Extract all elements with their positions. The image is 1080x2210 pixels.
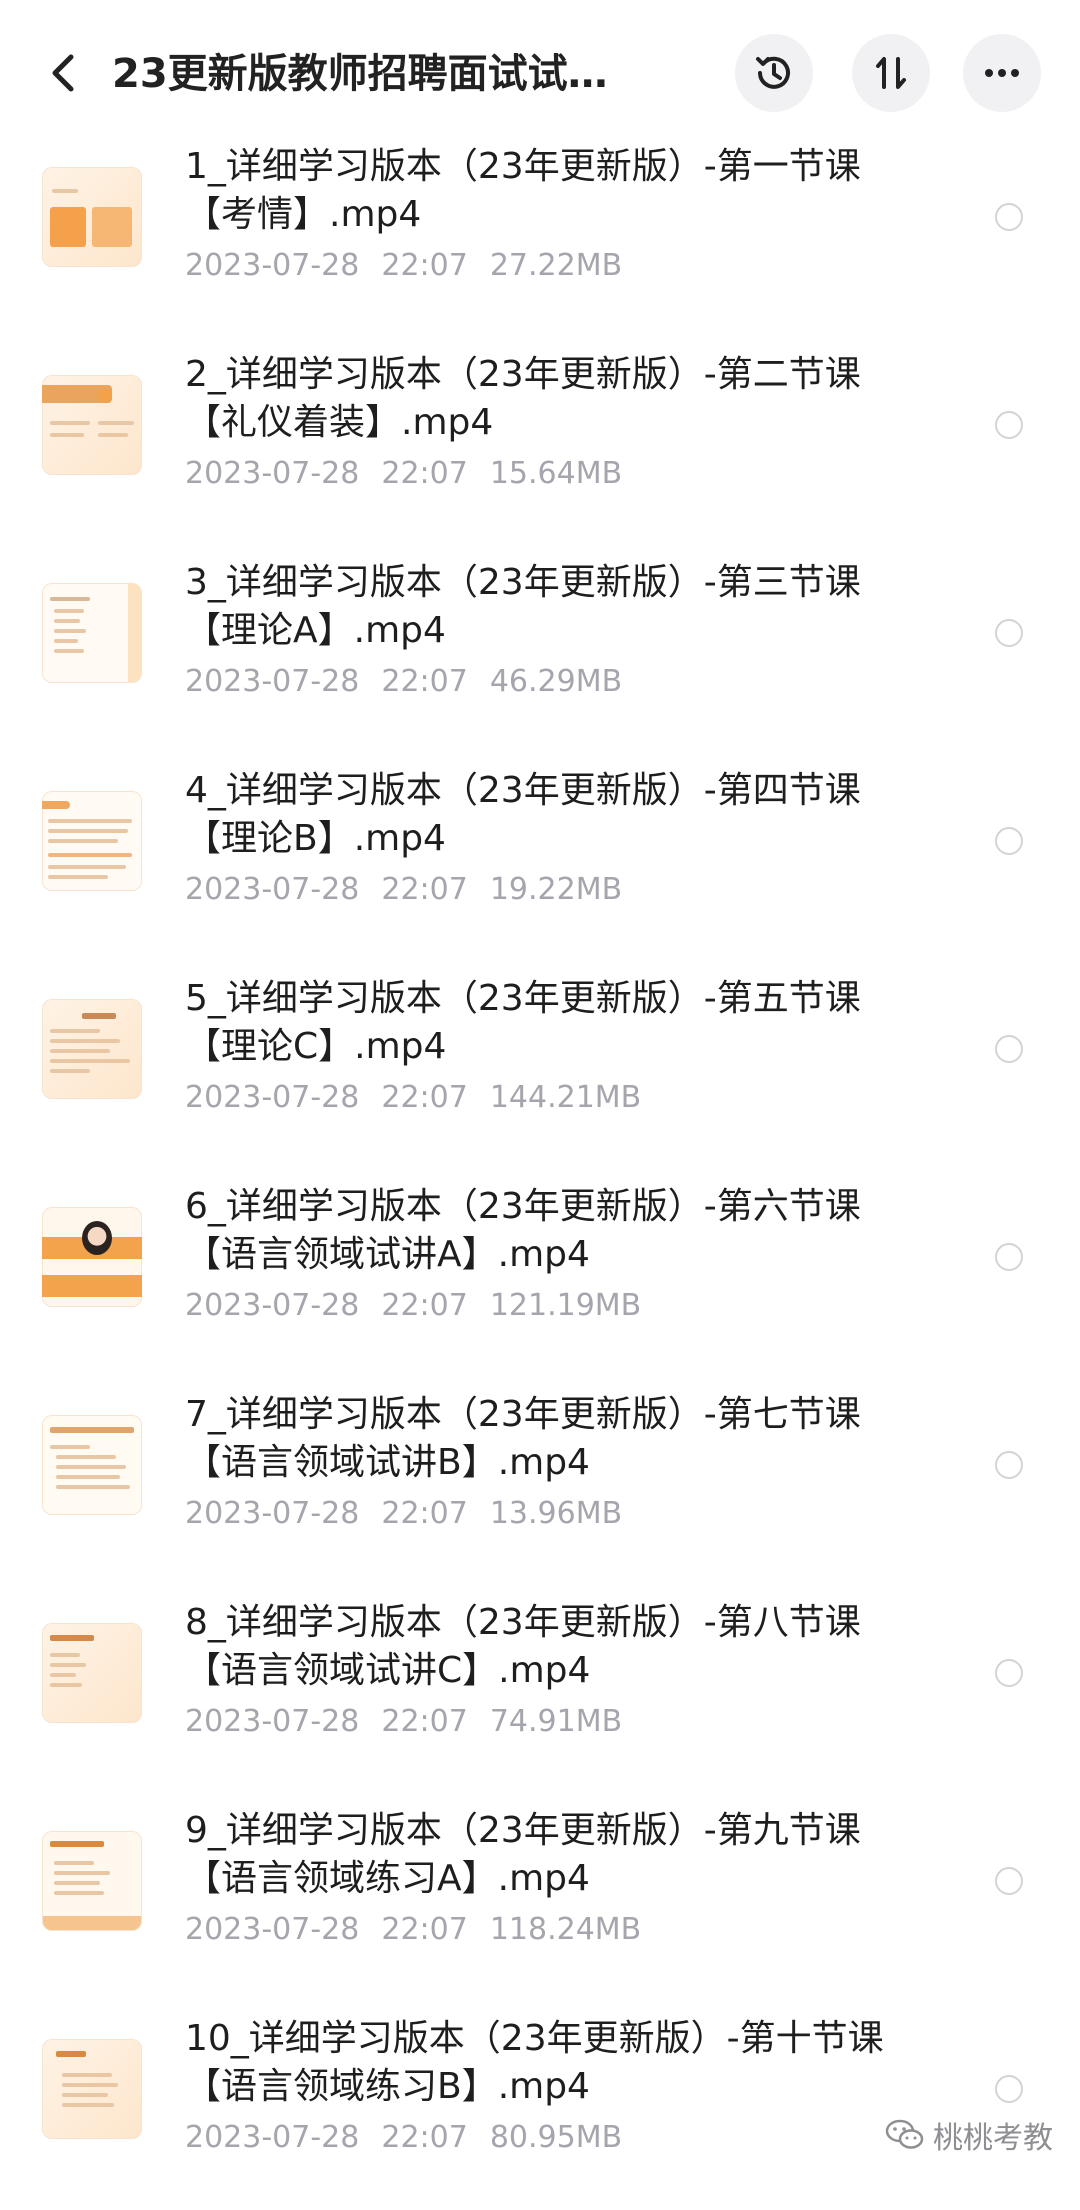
file-row[interactable]: 7_详细学习版本（23年更新版）-第七节课 【语言领域试讲B】.mp4 2023… xyxy=(0,1378,1080,1586)
file-date: 2023-07-28 xyxy=(185,2120,360,2155)
history-button[interactable] xyxy=(735,34,813,112)
file-date: 2023-07-28 xyxy=(185,664,360,699)
file-name: 4_详细学习版本（23年更新版）-第四节课 【理论B】.mp4 xyxy=(185,770,861,859)
wechat-icon xyxy=(885,2119,924,2149)
file-size: 118.24MB xyxy=(489,1912,642,1947)
video-thumbnail xyxy=(42,375,142,475)
file-size: 144.21MB xyxy=(489,1080,642,1115)
file-name: 2_详细学习版本（23年更新版）-第二节课 【礼仪着装】.mp4 xyxy=(185,354,861,443)
video-thumbnail xyxy=(42,1831,142,1931)
file-date: 2023-07-28 xyxy=(185,872,360,907)
file-size: 121.19MB xyxy=(489,1288,642,1323)
select-radio[interactable] xyxy=(995,1659,1023,1687)
file-time: 22:07 xyxy=(381,1704,468,1739)
file-row[interactable]: 10_详细学习版本（23年更新版）-第十节课 【语言领域练习B】.mp4 202… xyxy=(0,2002,1080,2210)
select-radio[interactable] xyxy=(995,1451,1023,1479)
file-row[interactable]: 3_详细学习版本（23年更新版）-第三节课 【理论A】.mp4 2023-07-… xyxy=(0,546,1080,754)
file-meta: 2023-07-28 22:07 19.22MB xyxy=(185,870,644,910)
select-radio[interactable] xyxy=(995,619,1023,647)
select-radio[interactable] xyxy=(995,827,1023,855)
file-time: 22:07 xyxy=(381,1080,468,1115)
file-size: 46.29MB xyxy=(489,664,623,699)
file-meta: 2023-07-28 22:07 121.19MB xyxy=(185,1286,663,1326)
file-row[interactable]: 8_详细学习版本（23年更新版）-第八节课 【语言领域试讲C】.mp4 2023… xyxy=(0,1586,1080,1794)
file-name: 9_详细学习版本（23年更新版）-第九节课 【语言领域练习A】.mp4 xyxy=(185,1810,861,1899)
video-thumbnail xyxy=(42,1415,142,1515)
file-time: 22:07 xyxy=(381,2120,468,2155)
sort-icon xyxy=(876,57,906,89)
sort-button[interactable] xyxy=(852,34,930,112)
file-date: 2023-07-28 xyxy=(185,1704,360,1739)
file-date: 2023-07-28 xyxy=(185,248,360,283)
watermark-text: 桃桃考教 xyxy=(933,2121,1053,2156)
file-time: 22:07 xyxy=(381,664,468,699)
file-meta: 2023-07-28 22:07 74.91MB xyxy=(185,1702,644,1742)
file-date: 2023-07-28 xyxy=(185,1496,360,1531)
file-name: 5_详细学习版本（23年更新版）-第五节课 【理论C】.mp4 xyxy=(185,978,861,1067)
file-date: 2023-07-28 xyxy=(185,1288,360,1323)
file-row[interactable]: 5_详细学习版本（23年更新版）-第五节课 【理论C】.mp4 2023-07-… xyxy=(0,962,1080,1170)
more-icon xyxy=(985,69,1019,77)
file-size: 74.91MB xyxy=(489,1704,623,1739)
file-row[interactable]: 9_详细学习版本（23年更新版）-第九节课 【语言领域练习A】.mp4 2023… xyxy=(0,1794,1080,2002)
select-radio[interactable] xyxy=(995,1035,1023,1063)
file-meta: 2023-07-28 22:07 80.95MB xyxy=(185,2118,644,2158)
select-radio[interactable] xyxy=(995,2075,1023,2103)
video-thumbnail xyxy=(42,791,142,891)
file-size: 13.96MB xyxy=(489,1496,623,1531)
file-meta: 2023-07-28 22:07 144.21MB xyxy=(185,1078,663,1118)
select-radio[interactable] xyxy=(995,411,1023,439)
file-meta: 2023-07-28 22:07 13.96MB xyxy=(185,1494,644,1534)
file-name: 3_详细学习版本（23年更新版）-第三节课 【理论A】.mp4 xyxy=(185,562,861,651)
select-radio[interactable] xyxy=(995,1867,1023,1895)
page-title: 23更新版教师招聘面试试… xyxy=(112,51,608,97)
file-meta: 2023-07-28 22:07 15.64MB xyxy=(185,454,644,494)
file-date: 2023-07-28 xyxy=(185,1080,360,1115)
video-thumbnail xyxy=(42,167,142,267)
file-row[interactable]: 6_详细学习版本（23年更新版）-第六节课 【语言领域试讲A】.mp4 2023… xyxy=(0,1170,1080,1378)
file-time: 22:07 xyxy=(381,872,468,907)
chevron-left-icon xyxy=(52,54,74,92)
file-time: 22:07 xyxy=(381,1496,468,1531)
file-row[interactable]: 4_详细学习版本（23年更新版）-第四节课 【理论B】.mp4 2023-07-… xyxy=(0,754,1080,962)
file-size: 15.64MB xyxy=(489,456,623,491)
file-meta: 2023-07-28 22:07 27.22MB xyxy=(185,246,644,286)
file-meta: 2023-07-28 22:07 46.29MB xyxy=(185,662,644,702)
select-radio[interactable] xyxy=(995,1243,1023,1271)
file-row[interactable]: 2_详细学习版本（23年更新版）-第二节课 【礼仪着装】.mp4 2023-07… xyxy=(0,338,1080,546)
file-meta: 2023-07-28 22:07 118.24MB xyxy=(185,1910,663,1950)
file-size: 27.22MB xyxy=(489,248,623,283)
file-name: 6_详细学习版本（23年更新版）-第六节课 【语言领域试讲A】.mp4 xyxy=(185,1186,861,1275)
video-thumbnail xyxy=(42,999,142,1099)
file-name: 1_详细学习版本（23年更新版）-第一节课 【考情】.mp4 xyxy=(185,146,861,235)
file-time: 22:07 xyxy=(381,1912,468,1947)
file-time: 22:07 xyxy=(381,456,468,491)
file-time: 22:07 xyxy=(381,1288,468,1323)
file-date: 2023-07-28 xyxy=(185,456,360,491)
file-size: 80.95MB xyxy=(489,2120,623,2155)
top-bar: 23更新版教师招聘面试试… xyxy=(0,0,1080,150)
video-thumbnail xyxy=(42,2039,142,2139)
video-thumbnail xyxy=(42,1623,142,1723)
file-name: 7_详细学习版本（23年更新版）-第七节课 【语言领域试讲B】.mp4 xyxy=(185,1394,861,1483)
history-icon xyxy=(756,56,790,89)
video-thumbnail xyxy=(42,1207,142,1307)
back-button[interactable] xyxy=(38,38,86,108)
file-date: 2023-07-28 xyxy=(185,1912,360,1947)
video-thumbnail xyxy=(42,583,142,683)
file-time: 22:07 xyxy=(381,248,468,283)
watermark: 桃桃考教 xyxy=(885,2112,1053,2158)
file-row[interactable]: 1_详细学习版本（23年更新版）-第一节课 【考情】.mp4 2023-07-2… xyxy=(0,130,1080,338)
file-name: 10_详细学习版本（23年更新版）-第十节课 【语言领域练习B】.mp4 xyxy=(185,2018,884,2107)
file-size: 19.22MB xyxy=(489,872,623,907)
select-radio[interactable] xyxy=(995,203,1023,231)
more-button[interactable] xyxy=(963,34,1041,112)
file-name: 8_详细学习版本（23年更新版）-第八节课 【语言领域试讲C】.mp4 xyxy=(185,1602,861,1691)
